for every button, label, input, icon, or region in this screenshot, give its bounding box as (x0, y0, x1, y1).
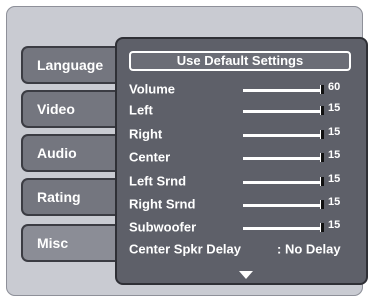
tab-rating[interactable]: Rating (21, 178, 121, 216)
center-slider-row[interactable]: Center 15 (129, 147, 359, 167)
volume-label: Volume (129, 81, 175, 97)
center-label: Center (129, 149, 171, 165)
right-slider-track[interactable] (243, 134, 321, 137)
left-srnd-value: 15 (328, 173, 341, 185)
left-slider-row[interactable]: Left 15 (129, 100, 359, 120)
center-spkr-delay-value[interactable]: : No Delay (277, 242, 341, 257)
center-slider-track[interactable] (243, 157, 321, 160)
tab-rating-label: Rating (37, 189, 81, 205)
volume-slider-row[interactable]: Volume 60 (129, 79, 359, 99)
subwoofer-slider-knob[interactable] (320, 223, 324, 232)
misc-settings-panel: Use Default Settings Volume 60 Left 15 R… (115, 37, 368, 285)
settings-menu-frame: Language Video Audio Rating Misc Use Def… (6, 6, 368, 296)
left-srnd-slider-knob[interactable] (320, 177, 324, 186)
right-srnd-slider-knob[interactable] (320, 200, 324, 209)
volume-slider-knob[interactable] (320, 85, 324, 94)
subwoofer-slider-row[interactable]: Subwoofer 15 (129, 217, 359, 237)
left-slider-track[interactable] (243, 110, 321, 113)
tab-language[interactable]: Language (21, 46, 121, 84)
tab-video-label: Video (37, 101, 75, 117)
center-spkr-delay-row[interactable]: Center Spkr Delay : No Delay (129, 239, 359, 259)
tab-audio-label: Audio (37, 145, 77, 161)
volume-slider-track[interactable] (243, 89, 321, 92)
left-srnd-slider-track[interactable] (243, 181, 321, 184)
right-value: 15 (328, 126, 341, 138)
right-srnd-label: Right Srnd (129, 196, 196, 212)
right-srnd-value: 15 (328, 196, 341, 208)
center-value: 15 (328, 149, 341, 161)
left-slider-knob[interactable] (320, 106, 324, 115)
left-label: Left (129, 102, 153, 118)
tab-misc[interactable]: Misc (21, 224, 121, 262)
subwoofer-value: 15 (328, 219, 341, 231)
volume-value: 60 (328, 81, 341, 93)
subwoofer-label: Subwoofer (129, 219, 197, 235)
tab-video[interactable]: Video (21, 90, 121, 128)
right-slider-knob[interactable] (320, 130, 324, 139)
use-default-settings-button[interactable]: Use Default Settings (129, 51, 351, 71)
right-srnd-slider-track[interactable] (243, 204, 321, 207)
right-srnd-slider-row[interactable]: Right Srnd 15 (129, 194, 359, 214)
left-srnd-slider-row[interactable]: Left Srnd 15 (129, 171, 359, 191)
tab-misc-label: Misc (37, 235, 69, 251)
right-label: Right (129, 126, 163, 142)
tab-language-label: Language (37, 57, 104, 73)
left-srnd-label: Left Srnd (129, 173, 187, 189)
down-arrow-icon[interactable] (239, 271, 253, 279)
center-slider-knob[interactable] (320, 153, 324, 162)
tab-audio[interactable]: Audio (21, 134, 121, 172)
right-slider-row[interactable]: Right 15 (129, 124, 359, 144)
left-value: 15 (328, 102, 341, 114)
subwoofer-slider-track[interactable] (243, 227, 321, 230)
center-spkr-delay-label: Center Spkr Delay (129, 241, 241, 257)
